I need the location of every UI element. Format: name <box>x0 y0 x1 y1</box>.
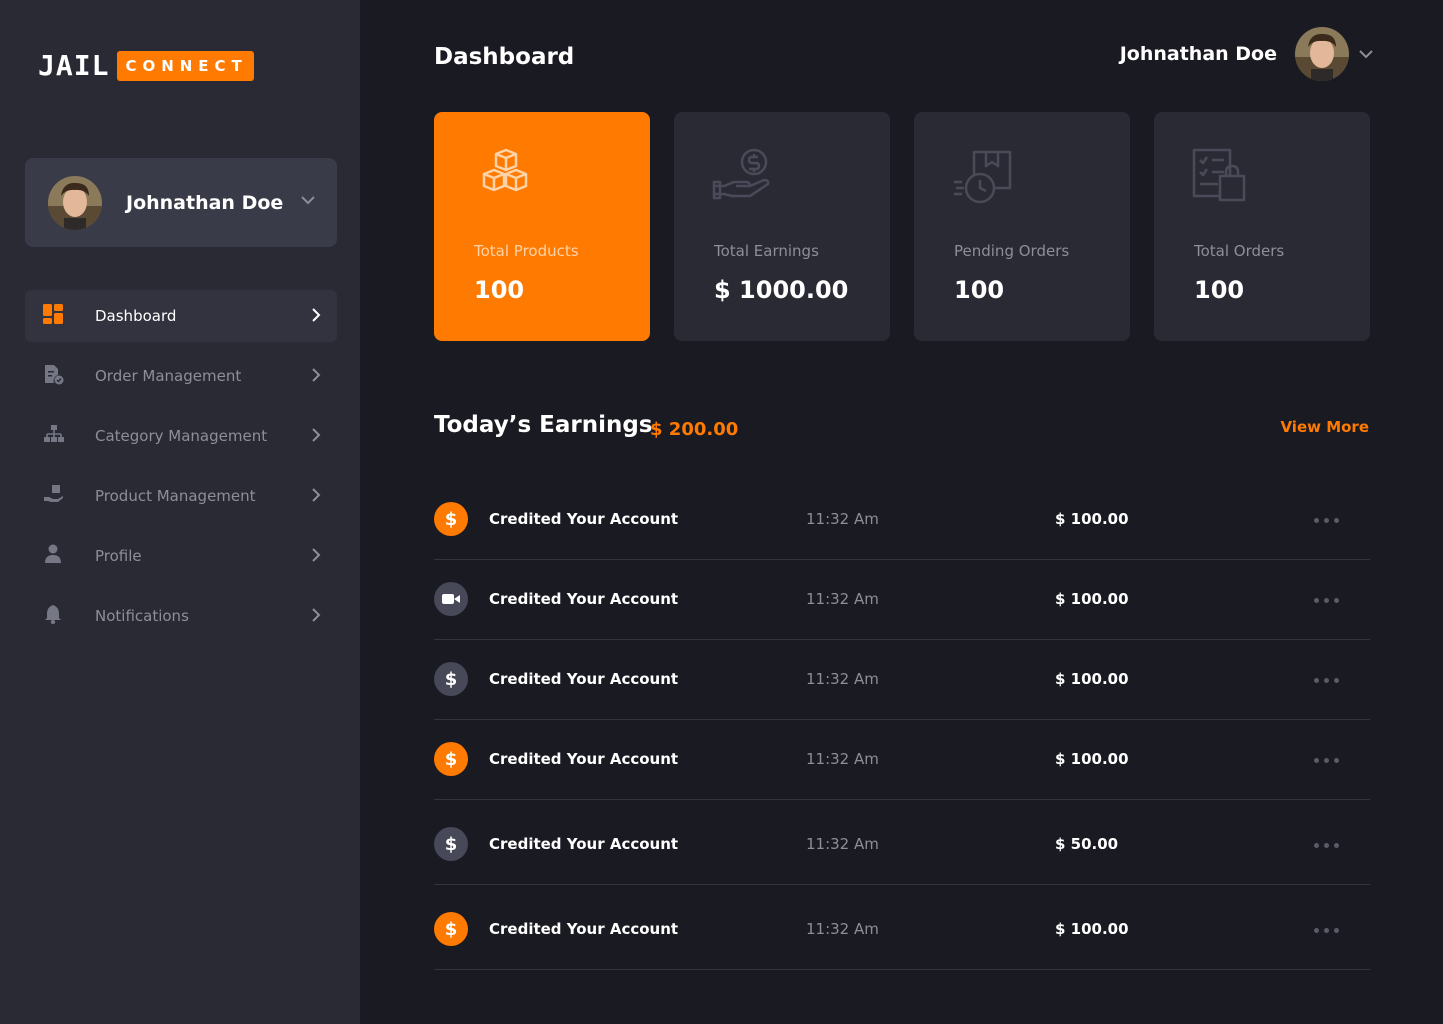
transaction-time: 11:32 Am <box>806 750 879 768</box>
video-camera-icon <box>434 582 468 616</box>
transaction-description: Credited Your Account <box>489 590 679 608</box>
order-list-bag-icon <box>1192 148 1246 202</box>
bell-icon <box>45 605 61 625</box>
sidebar-item-label: Product Management <box>95 487 256 505</box>
dollar-icon: $ <box>434 827 468 861</box>
chevron-right-icon <box>312 608 321 622</box>
transaction-description: Credited Your Account <box>489 750 679 768</box>
more-options-icon[interactable] <box>1314 840 1346 850</box>
pending-box-clock-icon <box>954 150 1012 204</box>
table-row[interactable]: $ Credited Your Account 11:32 Am $ 100.0… <box>434 720 1370 800</box>
chevron-down-icon <box>1359 49 1373 58</box>
stat-value: 100 <box>1194 276 1245 304</box>
stat-label: Total Earnings <box>714 242 819 260</box>
logo-badge: CONNECT <box>117 51 254 81</box>
transaction-time: 11:32 Am <box>806 590 879 608</box>
sidebar-item-category-management[interactable]: Category Management <box>25 410 337 462</box>
sidebar-item-order-management[interactable]: Order Management <box>25 350 337 402</box>
category-tree-icon <box>44 425 64 442</box>
sidebar-item-label: Category Management <box>95 427 268 445</box>
sidebar-item-product-management[interactable]: Product Management <box>25 470 337 522</box>
earnings-amount: $ 200.00 <box>650 419 739 440</box>
transaction-time: 11:32 Am <box>806 510 879 528</box>
chevron-right-icon <box>312 368 321 382</box>
transaction-description: Credited Your Account <box>489 510 679 528</box>
transaction-amount: $ 100.00 <box>1055 750 1129 768</box>
avatar <box>48 175 102 230</box>
table-row[interactable]: Credited Your Account 11:32 Am $ 100.00 <box>434 560 1370 640</box>
more-options-icon[interactable] <box>1314 515 1346 525</box>
stat-card-total-orders[interactable]: Total Orders 100 <box>1154 112 1370 341</box>
sidebar-item-label: Notifications <box>95 607 189 625</box>
chevron-right-icon <box>312 428 321 442</box>
more-options-icon[interactable] <box>1314 755 1346 765</box>
transaction-description: Credited Your Account <box>489 835 679 853</box>
dashboard-grid-icon <box>43 304 63 324</box>
table-row[interactable]: $ Credited Your Account 11:32 Am $ 50.00 <box>434 800 1370 885</box>
product-hand-icon <box>44 485 63 502</box>
stat-label: Total Orders <box>1194 242 1285 260</box>
table-row[interactable]: $ Credited Your Account 11:32 Am $ 100.0… <box>434 480 1370 560</box>
sidebar-item-label: Profile <box>95 547 142 565</box>
view-more-link[interactable]: View More <box>1280 418 1369 436</box>
transaction-time: 11:32 Am <box>806 920 879 938</box>
transaction-description: Credited Your Account <box>489 670 679 688</box>
logo-wordmark: JAIL <box>38 49 110 82</box>
page-title: Dashboard <box>434 44 575 70</box>
transaction-amount: $ 50.00 <box>1055 835 1119 853</box>
chevron-right-icon <box>312 308 321 322</box>
transaction-amount: $ 100.00 <box>1055 670 1129 688</box>
sidebar-item-label: Dashboard <box>95 307 177 325</box>
sidebar-item-dashboard[interactable]: Dashboard <box>25 290 337 342</box>
order-document-icon <box>45 365 64 385</box>
sidebar-item-profile[interactable]: Profile <box>25 530 337 582</box>
chevron-right-icon <box>312 488 321 502</box>
chevron-right-icon <box>312 548 321 562</box>
transaction-amount: $ 100.00 <box>1055 920 1129 938</box>
stat-value: 100 <box>474 276 525 304</box>
section-title: Today’s Earnings <box>434 412 653 438</box>
dollar-icon: $ <box>434 662 468 696</box>
dollar-icon: $ <box>434 912 468 946</box>
money-hand-icon <box>712 148 770 200</box>
stat-value: $ 1000.00 <box>714 276 849 304</box>
dollar-icon: $ <box>434 742 468 776</box>
chevron-down-icon <box>301 196 315 205</box>
stat-label: Total Products <box>474 242 579 260</box>
transaction-amount: $ 100.00 <box>1055 590 1129 608</box>
stats-cards: Total Products 100 Total Earnings $ 1000… <box>434 112 1370 341</box>
header-user-menu[interactable]: Johnathan Doe <box>1120 27 1373 81</box>
sidebar-item-notifications[interactable]: Notifications <box>25 590 337 642</box>
table-row[interactable]: $ Credited Your Account 11:32 Am $ 100.0… <box>434 885 1370 970</box>
sidebar-user-card[interactable]: Johnathan Doe <box>25 158 337 247</box>
boxes-icon <box>482 148 528 192</box>
transaction-time: 11:32 Am <box>806 670 879 688</box>
avatar <box>1295 27 1349 81</box>
transaction-time: 11:32 Am <box>806 835 879 853</box>
more-options-icon[interactable] <box>1314 595 1346 605</box>
transaction-description: Credited Your Account <box>489 920 679 938</box>
stat-value: 100 <box>954 276 1005 304</box>
user-name: Johnathan Doe <box>126 191 284 214</box>
person-icon <box>45 544 61 563</box>
more-options-icon[interactable] <box>1314 675 1346 685</box>
stat-label: Pending Orders <box>954 242 1070 260</box>
more-options-icon[interactable] <box>1314 925 1346 935</box>
stat-card-pending-orders[interactable]: Pending Orders 100 <box>914 112 1130 341</box>
app-logo[interactable]: JAIL CONNECT <box>38 50 254 82</box>
table-row[interactable]: $ Credited Your Account 11:32 Am $ 100.0… <box>434 640 1370 720</box>
sidebar: JAIL CONNECT Johnathan Doe Dashboard Ord… <box>0 0 360 1024</box>
transactions-list: $ Credited Your Account 11:32 Am $ 100.0… <box>434 480 1370 970</box>
user-name: Johnathan Doe <box>1119 43 1277 65</box>
stat-card-total-earnings[interactable]: Total Earnings $ 1000.00 <box>674 112 890 341</box>
stat-card-total-products[interactable]: Total Products 100 <box>434 112 650 341</box>
dollar-icon: $ <box>434 502 468 536</box>
transaction-amount: $ 100.00 <box>1055 510 1129 528</box>
sidebar-nav: Dashboard Order Management Category Mana… <box>25 290 337 650</box>
sidebar-item-label: Order Management <box>95 367 242 385</box>
